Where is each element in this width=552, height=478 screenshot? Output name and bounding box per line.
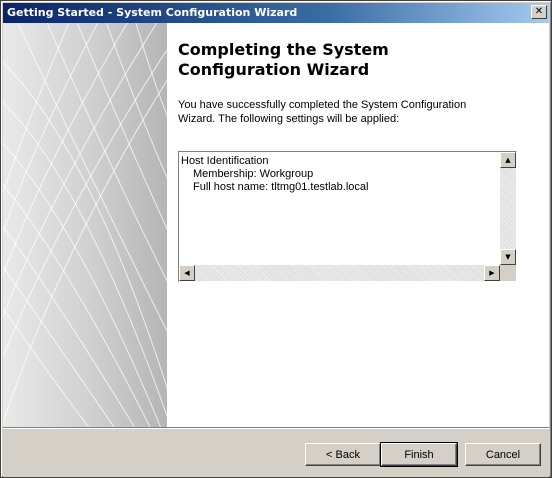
scrollbar-corner	[500, 265, 516, 281]
intro-text: You have successfully completed the Syst…	[178, 98, 488, 126]
close-icon: ✕	[534, 6, 544, 17]
decorative-mesh-graphic	[3, 23, 167, 427]
vertical-scrollbar[interactable]: ▲ ▼	[500, 152, 516, 265]
page-title-line1: Completing the System	[178, 40, 389, 59]
scroll-up-button[interactable]: ▲	[500, 152, 516, 168]
wizard-window: Getting Started - System Configuration W…	[0, 0, 552, 478]
title-bar[interactable]: Getting Started - System Configuration W…	[3, 3, 549, 23]
scroll-up-icon: ▲	[505, 156, 511, 164]
page-title-line2: Configuration Wizard	[178, 60, 370, 79]
scroll-down-button[interactable]: ▼	[500, 249, 516, 265]
close-button[interactable]: ✕	[531, 5, 547, 19]
settings-section-heading: Host Identification	[181, 155, 269, 167]
page-title: Completing the System Configuration Wiza…	[178, 40, 518, 80]
settings-membership: Membership: Workgroup	[193, 168, 314, 180]
cancel-button[interactable]: Cancel	[465, 443, 541, 466]
settings-summary-box[interactable]: Host Identification Membership: Workgrou…	[178, 151, 517, 282]
settings-full-host-name: Full host name: tltmg01.testlab.local	[193, 181, 369, 193]
intro-line2: Wizard. The following settings will be a…	[178, 113, 400, 125]
intro-line1: You have successfully completed the Syst…	[178, 99, 467, 111]
finish-button[interactable]: Finish	[380, 442, 458, 467]
settings-summary-text: Host Identification Membership: Workgrou…	[181, 155, 499, 194]
button-bar: < Back Finish Cancel	[3, 427, 549, 477]
button-bar-divider	[3, 427, 549, 429]
back-button[interactable]: < Back	[305, 443, 381, 466]
scroll-right-button[interactable]: ▶	[484, 265, 500, 281]
wizard-content: Completing the System Configuration Wiza…	[3, 23, 549, 427]
scroll-left-icon: ◀	[184, 269, 190, 277]
scroll-right-icon: ▶	[489, 269, 495, 277]
scroll-down-icon: ▼	[505, 253, 511, 261]
horizontal-scrollbar[interactable]: ◀ ▶	[179, 265, 500, 281]
window-title: Getting Started - System Configuration W…	[7, 6, 298, 19]
wizard-side-banner	[3, 23, 167, 427]
scroll-left-button[interactable]: ◀	[179, 265, 195, 281]
